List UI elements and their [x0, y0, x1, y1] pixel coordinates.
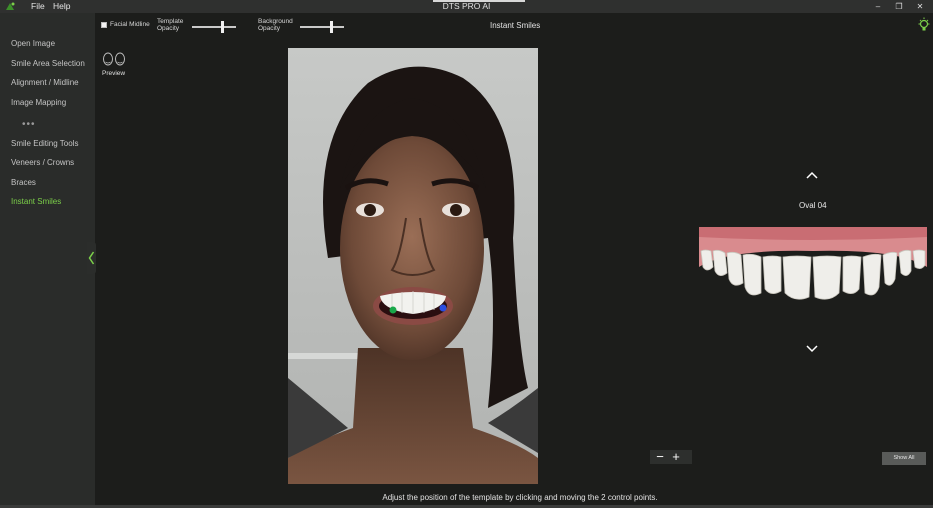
window-title: DTS PRO AI — [442, 1, 491, 11]
sidebar-item-instant-smiles[interactable]: Instant Smiles — [11, 197, 61, 206]
template-opacity-thumb[interactable] — [221, 21, 224, 33]
background-opacity-slider[interactable] — [300, 21, 344, 33]
zoom-controls: − + — [650, 450, 692, 464]
chevron-left-icon — [88, 251, 95, 265]
preview-label: Preview — [102, 70, 126, 77]
lightbulb-icon[interactable] — [918, 17, 930, 33]
sidebar-item-image-mapping[interactable]: Image Mapping — [11, 98, 66, 107]
chevron-up-icon[interactable] — [805, 170, 819, 180]
background-opacity-thumb[interactable] — [330, 21, 333, 33]
template-opacity-label: Template Opacity — [157, 18, 183, 32]
facial-midline-label: Facial Midline — [110, 21, 150, 28]
background-opacity-label-line1: Background — [258, 18, 293, 25]
smile-template-preview[interactable] — [699, 227, 927, 301]
zoom-out-button[interactable]: − — [653, 450, 667, 464]
zoom-in-button[interactable]: + — [669, 450, 683, 464]
template-opacity-track[interactable] — [192, 26, 236, 28]
sidebar-item-smile-area-selection[interactable]: Smile Area Selection — [11, 59, 85, 68]
preview-faces-icon[interactable] — [102, 52, 126, 69]
background-opacity-label-line2: Opacity — [258, 25, 281, 32]
sidebar-item-open-image[interactable]: Open Image — [11, 39, 55, 48]
sidebar-item-alignment-midline[interactable]: Alignment / Midline — [11, 78, 79, 87]
maximize-button[interactable]: ❐ — [891, 1, 907, 12]
sidebar: Open Image Smile Area Selection Alignmen… — [0, 13, 95, 508]
close-button[interactable]: ✕ — [912, 1, 928, 12]
minimize-button[interactable]: – — [870, 1, 886, 12]
sidebar-item-veneers-crowns[interactable]: Veneers / Crowns — [11, 158, 74, 167]
panel-title: Instant Smiles — [490, 21, 541, 30]
sidebar-collapse-handle[interactable] — [87, 242, 96, 274]
background-opacity-label: Background Opacity — [258, 18, 293, 32]
sidebar-item-braces[interactable]: Braces — [11, 178, 36, 187]
background-opacity-track[interactable] — [300, 26, 344, 28]
template-name: Oval 04 — [799, 201, 827, 210]
show-all-button[interactable]: Show All — [882, 452, 926, 465]
status-message: Adjust the position of the template by c… — [382, 493, 658, 502]
chevron-down-icon[interactable] — [805, 344, 819, 354]
facial-midline-checkbox[interactable] — [101, 22, 107, 28]
template-opacity-slider[interactable] — [192, 21, 236, 33]
sidebar-more-dots[interactable]: ••• — [22, 119, 36, 130]
sidebar-item-smile-editing-tools[interactable]: Smile Editing Tools — [11, 139, 78, 148]
control-point-left — [389, 306, 397, 314]
control-point-right — [439, 304, 447, 312]
template-opacity-label-line1: Template — [157, 18, 184, 25]
title-bar: File Help DTS PRO AI – ❐ ✕ — [0, 0, 933, 13]
template-opacity-label-line2: Opacity — [157, 25, 180, 32]
patient-photo-canvas[interactable] — [288, 48, 538, 484]
patient-photo — [288, 48, 538, 484]
